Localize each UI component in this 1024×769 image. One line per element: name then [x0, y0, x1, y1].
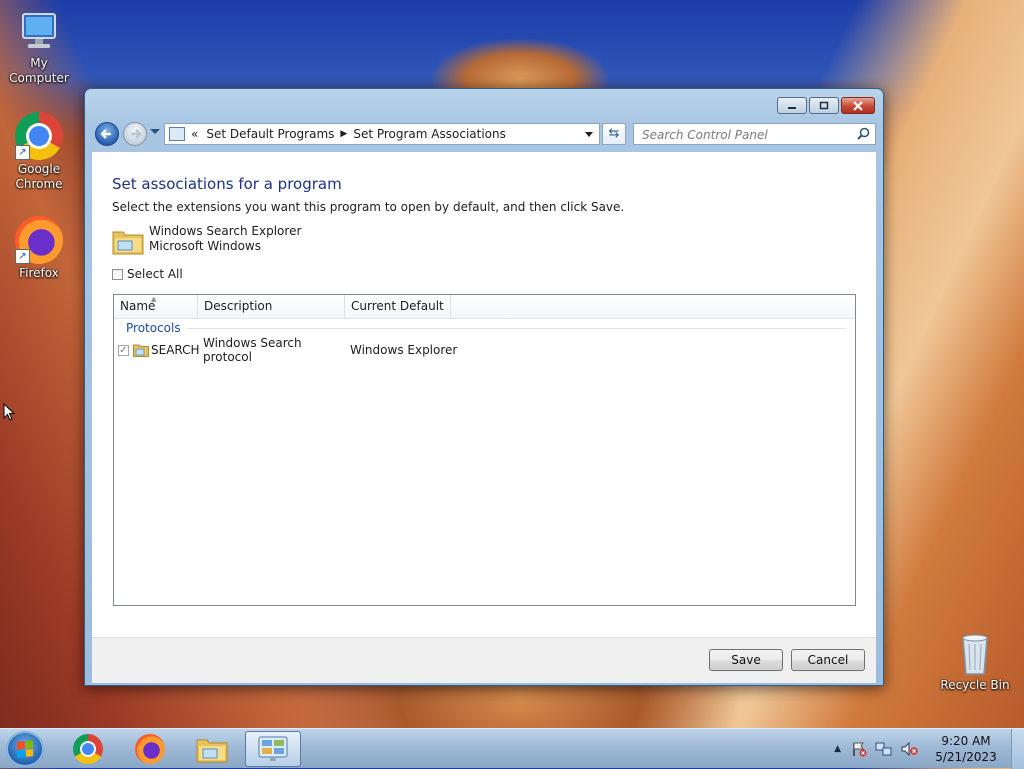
breadcrumb-separator-icon[interactable]: ▶ — [340, 129, 347, 139]
row-name: SEARCH — [151, 343, 200, 357]
instructions-text: Select the extensions you want this prog… — [112, 200, 625, 214]
column-header-current-default[interactable]: Current Default — [345, 295, 451, 318]
select-all-label[interactable]: Select All — [127, 267, 183, 281]
program-name: Windows Search Explorer — [149, 224, 302, 238]
windows-logo-icon — [17, 740, 33, 758]
window-caption-buttons — [777, 97, 875, 114]
search-input[interactable] — [640, 125, 854, 145]
shortcut-arrow-icon: ↗ — [15, 249, 30, 264]
group-divider — [186, 327, 846, 329]
list-header: ▲ Name Description Current Default — [114, 295, 855, 319]
address-bar[interactable]: « Set Default Programs ▶ Set Program Ass… — [164, 123, 600, 145]
desktop-icon-label: Google Chrome — [15, 162, 63, 191]
search-icon[interactable] — [857, 127, 870, 140]
group-header-protocols[interactable]: Protocols — [126, 321, 846, 335]
folder-search-icon — [112, 231, 144, 255]
set-program-associations-window: « Set Default Programs ▶ Set Program Ass… — [84, 88, 884, 686]
taskbar-explorer[interactable] — [184, 731, 240, 767]
back-arrow-icon — [100, 129, 111, 139]
group-header-label: Protocols — [126, 321, 181, 335]
minimize-button[interactable] — [777, 97, 807, 114]
folder-search-icon — [133, 344, 149, 357]
address-dropdown-icon[interactable] — [585, 132, 593, 137]
minimize-icon — [788, 106, 796, 109]
firefox-icon: ↗ — [15, 216, 63, 264]
desktop-icon-firefox[interactable]: ↗ Firefox — [1, 216, 77, 281]
chrome-icon — [73, 734, 103, 764]
taskbar-chrome[interactable] — [60, 731, 116, 767]
page-title: Set associations for a program — [112, 175, 342, 193]
show-desktop-button[interactable] — [1011, 729, 1024, 769]
desktop-icon-label: My Computer — [9, 56, 69, 85]
desktop-icon-my-computer[interactable]: My Computer — [1, 10, 77, 86]
column-header-label: Current Default — [351, 299, 444, 313]
column-header-label: Description — [204, 299, 273, 313]
action-center-flag-icon[interactable] — [851, 741, 867, 757]
forward-arrow-icon — [131, 129, 142, 139]
program-publisher: Microsoft Windows — [149, 239, 261, 253]
select-all-checkbox-box[interactable] — [112, 268, 123, 280]
close-icon — [853, 100, 863, 111]
mouse-cursor-icon — [3, 403, 15, 421]
content-pane: Set associations for a program Select th… — [92, 152, 876, 637]
start-button[interactable] — [6, 731, 44, 767]
list-item[interactable]: ✓ SEARCH Windows Search protocol Windows… — [118, 336, 458, 364]
taskbar: ▲ 9:20 AM 5/21/2023 — [0, 728, 1024, 769]
taskbar-firefox[interactable] — [122, 731, 178, 767]
computer-icon — [17, 10, 61, 54]
refresh-button[interactable]: ⇆ — [602, 123, 626, 145]
control-panel-icon — [258, 736, 288, 761]
search-box[interactable] — [633, 123, 876, 145]
breadcrumb-set-default-programs[interactable]: Set Default Programs — [206, 127, 334, 141]
back-button[interactable] — [95, 122, 119, 146]
column-header-description[interactable]: Description — [198, 295, 345, 318]
address-overflow-chevron[interactable]: « — [191, 127, 198, 141]
forward-button[interactable] — [123, 122, 147, 146]
recent-pages-dropdown[interactable] — [150, 129, 160, 134]
cancel-button[interactable]: Cancel — [791, 649, 865, 671]
recycle-bin-icon — [951, 630, 999, 676]
show-hidden-icons-button[interactable]: ▲ — [834, 744, 841, 754]
volume-muted-icon[interactable] — [901, 741, 919, 757]
associations-list[interactable]: ▲ Name Description Current Default Proto… — [113, 294, 856, 606]
maximize-button[interactable] — [809, 97, 839, 114]
firefox-icon — [135, 734, 165, 764]
taskbar-clock[interactable]: 9:20 AM 5/21/2023 — [921, 733, 1011, 765]
desktop-icon-label: Recycle Bin — [940, 678, 1010, 692]
breadcrumb-set-program-associations[interactable]: Set Program Associations — [353, 127, 506, 141]
clock-time: 9:20 AM — [941, 734, 991, 748]
sort-ascending-icon: ▲ — [151, 295, 157, 303]
network-icon[interactable] — [875, 741, 893, 757]
maximize-icon — [819, 101, 829, 110]
navigation-bar: « Set Default Programs ▶ Set Program Ass… — [93, 121, 876, 147]
desktop-icon-recycle-bin[interactable]: Recycle Bin — [937, 630, 1013, 693]
refresh-icon: ⇆ — [608, 126, 620, 141]
dialog-footer: Save Cancel — [92, 637, 876, 683]
folder-icon — [196, 739, 228, 763]
row-description: Windows Search protocol — [203, 336, 302, 364]
shortcut-arrow-icon: ↗ — [15, 145, 30, 160]
desktop-icon-google-chrome[interactable]: ↗ Google Chrome — [1, 112, 77, 192]
row-current-default: Windows Explorer — [350, 343, 458, 357]
select-all-checkbox[interactable]: Select All — [112, 267, 183, 281]
column-header-name[interactable]: ▲ Name — [114, 295, 198, 318]
chrome-icon: ↗ — [15, 112, 63, 160]
system-tray: ▲ 9:20 AM 5/21/2023 — [834, 729, 1024, 769]
control-panel-icon — [169, 127, 185, 141]
save-button[interactable]: Save — [709, 649, 783, 671]
close-button[interactable] — [841, 97, 875, 114]
taskbar-control-panel[interactable] — [245, 731, 301, 767]
row-checkbox[interactable]: ✓ — [118, 344, 129, 356]
clock-date: 5/21/2023 — [935, 750, 997, 764]
desktop-icon-label: Firefox — [19, 266, 59, 280]
